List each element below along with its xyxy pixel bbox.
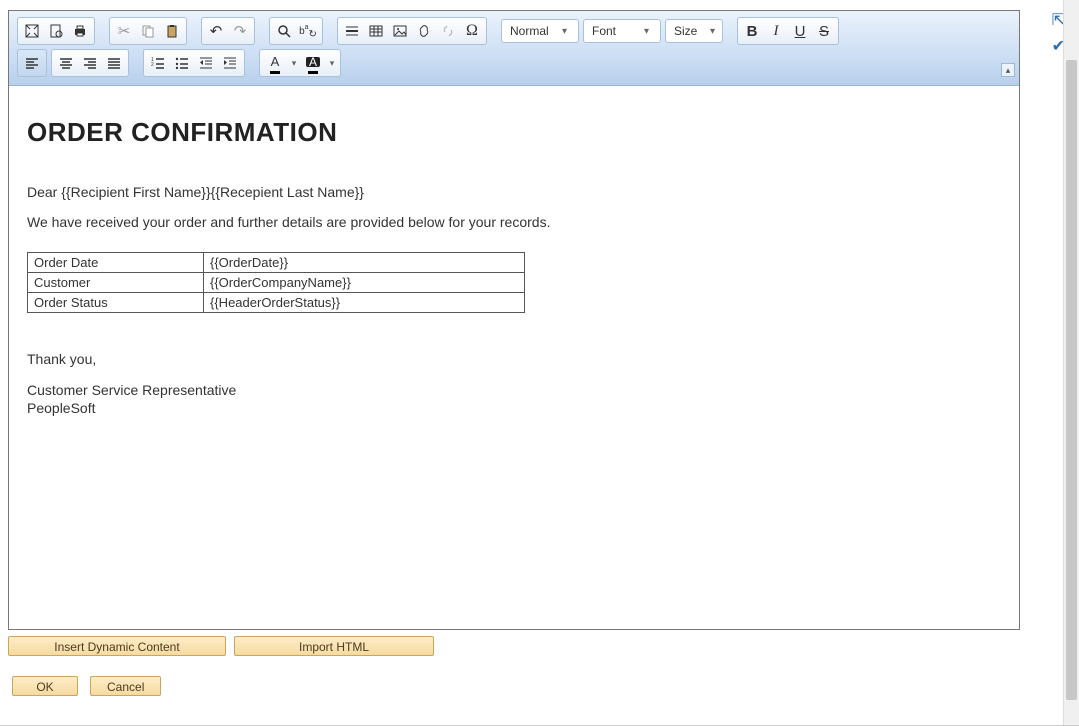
greeting-line: Dear {{Recipient First Name}}{{Recepient… <box>27 184 1001 200</box>
italic-button[interactable]: I <box>764 20 788 42</box>
unlink-icon[interactable] <box>436 20 460 42</box>
bg-color-dropdown[interactable]: ▾ <box>326 52 338 74</box>
copy-icon[interactable] <box>136 20 160 42</box>
font-combo[interactable]: Font▾ <box>583 19 661 43</box>
table-cell-label: Customer <box>28 273 204 293</box>
table-row: Order Status {{HeaderOrderStatus}} <box>28 293 525 313</box>
image-icon[interactable] <box>388 20 412 42</box>
align-center-icon[interactable] <box>54 52 78 74</box>
ok-button[interactable]: OK <box>12 676 78 696</box>
insert-dynamic-content-button[interactable]: Insert Dynamic Content <box>8 636 226 656</box>
scrollbar-thumb[interactable] <box>1066 60 1077 700</box>
cut-icon[interactable]: ✂ <box>112 20 136 42</box>
bullet-list-icon[interactable] <box>170 52 194 74</box>
indent-icon[interactable] <box>218 52 242 74</box>
signature-role: Customer Service Representative <box>27 381 1001 399</box>
toolbar-row-2: 12 A ▾ A ▾ <box>17 49 1011 77</box>
bold-button[interactable]: B <box>740 20 764 42</box>
rich-text-editor: ✂ ↶ ↷ ba↻ <box>8 10 1020 630</box>
strike-button[interactable]: S <box>812 20 836 42</box>
svg-text:2: 2 <box>151 62 154 68</box>
maximize-icon[interactable] <box>20 20 44 42</box>
preview-icon[interactable] <box>44 20 68 42</box>
table-cell-value: {{OrderDate}} <box>204 253 525 273</box>
table-icon[interactable] <box>364 20 388 42</box>
special-char-icon[interactable]: Ω <box>460 20 484 42</box>
find-icon[interactable] <box>272 20 296 42</box>
hr-icon[interactable] <box>340 20 364 42</box>
table-cell-label: Order Date <box>28 253 204 273</box>
bg-color-button[interactable]: A <box>300 52 326 74</box>
align-justify-icon[interactable] <box>102 52 126 74</box>
redo-icon[interactable]: ↷ <box>228 20 252 42</box>
order-details-table: Order Date {{OrderDate}} Customer {{Orde… <box>27 252 525 313</box>
action-button-row: Insert Dynamic Content Import HTML <box>8 636 434 656</box>
replace-icon[interactable]: ba↻ <box>296 20 320 42</box>
align-right-icon[interactable] <box>78 52 102 74</box>
undo-icon[interactable]: ↶ <box>204 20 228 42</box>
align-left-icon[interactable] <box>20 52 44 74</box>
editor-toolbar: ✂ ↶ ↷ ba↻ <box>9 11 1019 86</box>
table-cell-label: Order Status <box>28 293 204 313</box>
import-html-button[interactable]: Import HTML <box>234 636 434 656</box>
document-title: ORDER CONFIRMATION <box>27 117 1001 148</box>
text-color-button[interactable]: A <box>262 52 288 74</box>
collapse-toolbar-icon[interactable]: ▴ <box>1001 63 1015 77</box>
app-viewport: ✂ ↶ ↷ ba↻ <box>0 0 1079 726</box>
dialog-button-row: OK Cancel <box>12 676 161 696</box>
text-color-dropdown[interactable]: ▾ <box>288 52 300 74</box>
numbered-list-icon[interactable]: 12 <box>146 52 170 74</box>
print-icon[interactable] <box>68 20 92 42</box>
link-icon[interactable] <box>412 20 436 42</box>
intro-paragraph: We have received your order and further … <box>27 214 1001 230</box>
paragraph-format-combo[interactable]: Normal▾ <box>501 19 579 43</box>
size-combo[interactable]: Size▾ <box>665 19 723 43</box>
paste-icon[interactable] <box>160 20 184 42</box>
underline-button[interactable]: U <box>788 20 812 42</box>
thank-you-line: Thank you, <box>27 351 1001 367</box>
cancel-button[interactable]: Cancel <box>90 676 161 696</box>
table-cell-value: {{HeaderOrderStatus}} <box>204 293 525 313</box>
table-row: Order Date {{OrderDate}} <box>28 253 525 273</box>
signature-company: PeopleSoft <box>27 399 1001 417</box>
outdent-icon[interactable] <box>194 52 218 74</box>
table-cell-value: {{OrderCompanyName}} <box>204 273 525 293</box>
toolbar-row-1: ✂ ↶ ↷ ba↻ <box>17 17 1011 45</box>
signature-block: Customer Service Representative PeopleSo… <box>27 381 1001 417</box>
table-row: Customer {{OrderCompanyName}} <box>28 273 525 293</box>
vertical-scrollbar[interactable] <box>1063 0 1079 726</box>
editor-content[interactable]: ORDER CONFIRMATION Dear {{Recipient Firs… <box>9 83 1019 629</box>
